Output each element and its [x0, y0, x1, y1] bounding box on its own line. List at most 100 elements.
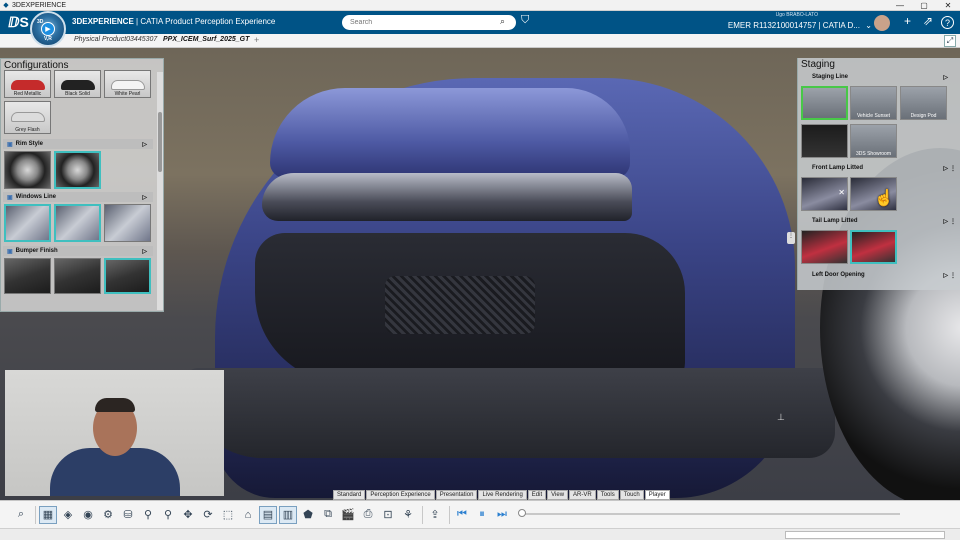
tab-tools[interactable]: Tools	[596, 490, 619, 500]
front-lamp-thumb-1[interactable]: ✕	[801, 177, 848, 211]
align-icon[interactable]: ▥	[279, 505, 297, 524]
tail-lamp-thumb-2[interactable]	[850, 230, 897, 264]
chevron-down-icon[interactable]: ⌄	[865, 21, 872, 30]
cylinder-icon[interactable]: ⛁	[119, 506, 137, 524]
previous-icon[interactable]: ⏮	[453, 506, 471, 524]
node-icon[interactable]: ⚘	[399, 506, 417, 524]
add-icon[interactable]: +	[904, 14, 911, 28]
pause-icon[interactable]: ⏸	[473, 506, 491, 524]
animation-icon[interactable]: ⎙	[359, 506, 377, 524]
play-icon[interactable]: ▷	[943, 218, 948, 225]
zoom-area-icon[interactable]: ⚲	[159, 506, 177, 524]
tab-view[interactable]: View	[547, 490, 569, 500]
rim-thumb-1[interactable]	[4, 151, 51, 189]
restore-button[interactable]: ▢	[912, 0, 936, 11]
normal-view-icon[interactable]: ⬚	[219, 506, 237, 524]
close-icon[interactable]: ✕	[838, 188, 845, 197]
fit-all-icon[interactable]: ▦	[39, 505, 57, 524]
play-icon[interactable]: ▷	[142, 248, 147, 255]
window-thumb-3[interactable]	[104, 204, 151, 242]
rim-style-icon: ▣	[7, 141, 13, 148]
rotate-icon[interactable]: ⟳	[199, 506, 217, 524]
zoom-search-icon[interactable]: ⌕	[12, 506, 30, 524]
tag-icon[interactable]: ⛉	[521, 14, 529, 27]
timeline-slider[interactable]	[520, 513, 900, 515]
tab-player[interactable]: Player	[644, 490, 670, 500]
play-icon[interactable]: ▷	[943, 165, 948, 172]
dassault-logo-icon[interactable]: ⅅS	[8, 14, 29, 31]
view-mode-icon[interactable]: ◈	[59, 506, 77, 524]
stage-thumb-dark[interactable]	[801, 124, 848, 158]
avatar[interactable]	[874, 15, 890, 31]
paint-thumb-black[interactable]: Black Solid	[54, 70, 101, 98]
tab-edit[interactable]: Edit	[527, 490, 547, 500]
play-icon[interactable]: ▷	[142, 194, 147, 201]
tab-touch[interactable]: Touch	[619, 490, 644, 500]
tail-lamp-thumb-1[interactable]	[801, 230, 848, 264]
play-icon[interactable]: ▷	[943, 272, 948, 279]
timeline-handle[interactable]	[518, 509, 526, 517]
stage-thumb-vehicle-sunset[interactable]: Vehicle Sunset	[850, 86, 897, 120]
panel-toggle-handle[interactable]: ⋮	[787, 232, 795, 244]
left-door-header[interactable]: Left Door Opening ▷ ⋮	[802, 270, 956, 280]
export-icon[interactable]: ⇪	[426, 506, 444, 524]
section-rim-style[interactable]: ▣ Rim Style ▷	[3, 139, 153, 149]
tab-perception-experience[interactable]: Perception Experience	[366, 490, 435, 500]
scroll-thumb[interactable]	[158, 112, 162, 172]
search-input[interactable]	[342, 15, 516, 30]
fullscreen-icon[interactable]: ⤢	[944, 35, 956, 47]
configurations-scrollbar[interactable]	[157, 72, 163, 310]
bumper-thumb-3[interactable]	[104, 258, 151, 294]
layer-icon[interactable]: ⧉	[319, 506, 337, 524]
search-icon[interactable]: ⌕	[500, 16, 505, 27]
section-bumper-finish[interactable]: ▣ Bumper Finish ▷	[3, 246, 153, 256]
more-icon[interactable]: ⋮	[950, 165, 956, 172]
front-lamp-header[interactable]: Front Lamp Litted ▷ ⋮	[802, 163, 956, 173]
paint-thumb-white[interactable]: White Pearl	[104, 70, 151, 98]
compass-widget[interactable]: 3D ▶ V,R	[30, 11, 66, 47]
staging-line-header[interactable]: Staging Line ▷	[802, 72, 952, 82]
share-icon[interactable]: ⇗	[923, 14, 933, 28]
configurations-panel: Configurations Red Metallic Black Solid …	[0, 58, 164, 312]
paint-thumb-grey[interactable]: Grey Flash	[4, 101, 51, 134]
pan-icon[interactable]: ✥	[179, 506, 197, 524]
play-icon[interactable]: ▷	[142, 141, 147, 148]
tab-ppx-icem-surf[interactable]: PPX_ICEM_Surf_2025_GT	[163, 36, 249, 43]
minimize-button[interactable]: —	[888, 0, 912, 11]
tab-presentation[interactable]: Presentation	[435, 490, 478, 500]
capture-icon[interactable]: ⊡	[379, 506, 397, 524]
help-icon[interactable]: ?	[941, 16, 954, 29]
paint-thumb-red[interactable]: Red Metallic	[4, 70, 51, 98]
camera-icon[interactable]: ⌂	[239, 506, 257, 524]
tab-live-rendering[interactable]: Live Rendering	[478, 490, 527, 500]
clapper-icon[interactable]: 🎬	[339, 506, 357, 524]
bumper-thumb-2[interactable]	[54, 258, 101, 294]
next-icon[interactable]: ⏭	[493, 506, 511, 524]
rim-thumb-2[interactable]	[54, 151, 101, 189]
stage-thumb-1[interactable]	[801, 86, 848, 120]
horizontal-scrollbar[interactable]	[785, 531, 945, 539]
stage-thumb-3ds-showroom[interactable]: 3DS Showroom	[850, 124, 897, 158]
window-thumb-2[interactable]	[54, 204, 101, 242]
window-thumb-1[interactable]	[4, 204, 51, 242]
paint-swatch-white	[111, 80, 145, 90]
tab-ar-vr[interactable]: AR-VR	[569, 490, 596, 500]
tail-lamp-header[interactable]: Tail Lamp Litted ▷ ⋮	[802, 216, 956, 226]
tab-standard[interactable]: Standard	[333, 490, 366, 500]
render-icon[interactable]: ◉	[79, 506, 97, 524]
bumper-thumb-1[interactable]	[4, 258, 51, 294]
play-icon[interactable]: ▷	[943, 74, 948, 81]
tab-physical-product[interactable]: Physical Product03445307	[74, 36, 157, 43]
more-icon[interactable]: ⋮	[950, 218, 956, 225]
collaborative-space[interactable]: EMER R1132100014757 | CATIA D...	[728, 21, 860, 30]
zoom-icon[interactable]: ⚲	[139, 506, 157, 524]
add-tab-button[interactable]: +	[254, 35, 259, 45]
close-button[interactable]: ✕	[936, 0, 960, 11]
more-icon[interactable]: ⋮	[950, 272, 956, 279]
section-windows-line[interactable]: ▣ Windows Line ▷	[3, 192, 153, 202]
layout-icon[interactable]: ▤	[259, 505, 277, 524]
stage-thumb-design-pod[interactable]: Design Pod	[900, 86, 947, 120]
car-headlamp-render	[262, 173, 632, 221]
shape-icon[interactable]: ⬟	[299, 506, 317, 524]
settings-icon[interactable]: ⚙	[99, 506, 117, 524]
